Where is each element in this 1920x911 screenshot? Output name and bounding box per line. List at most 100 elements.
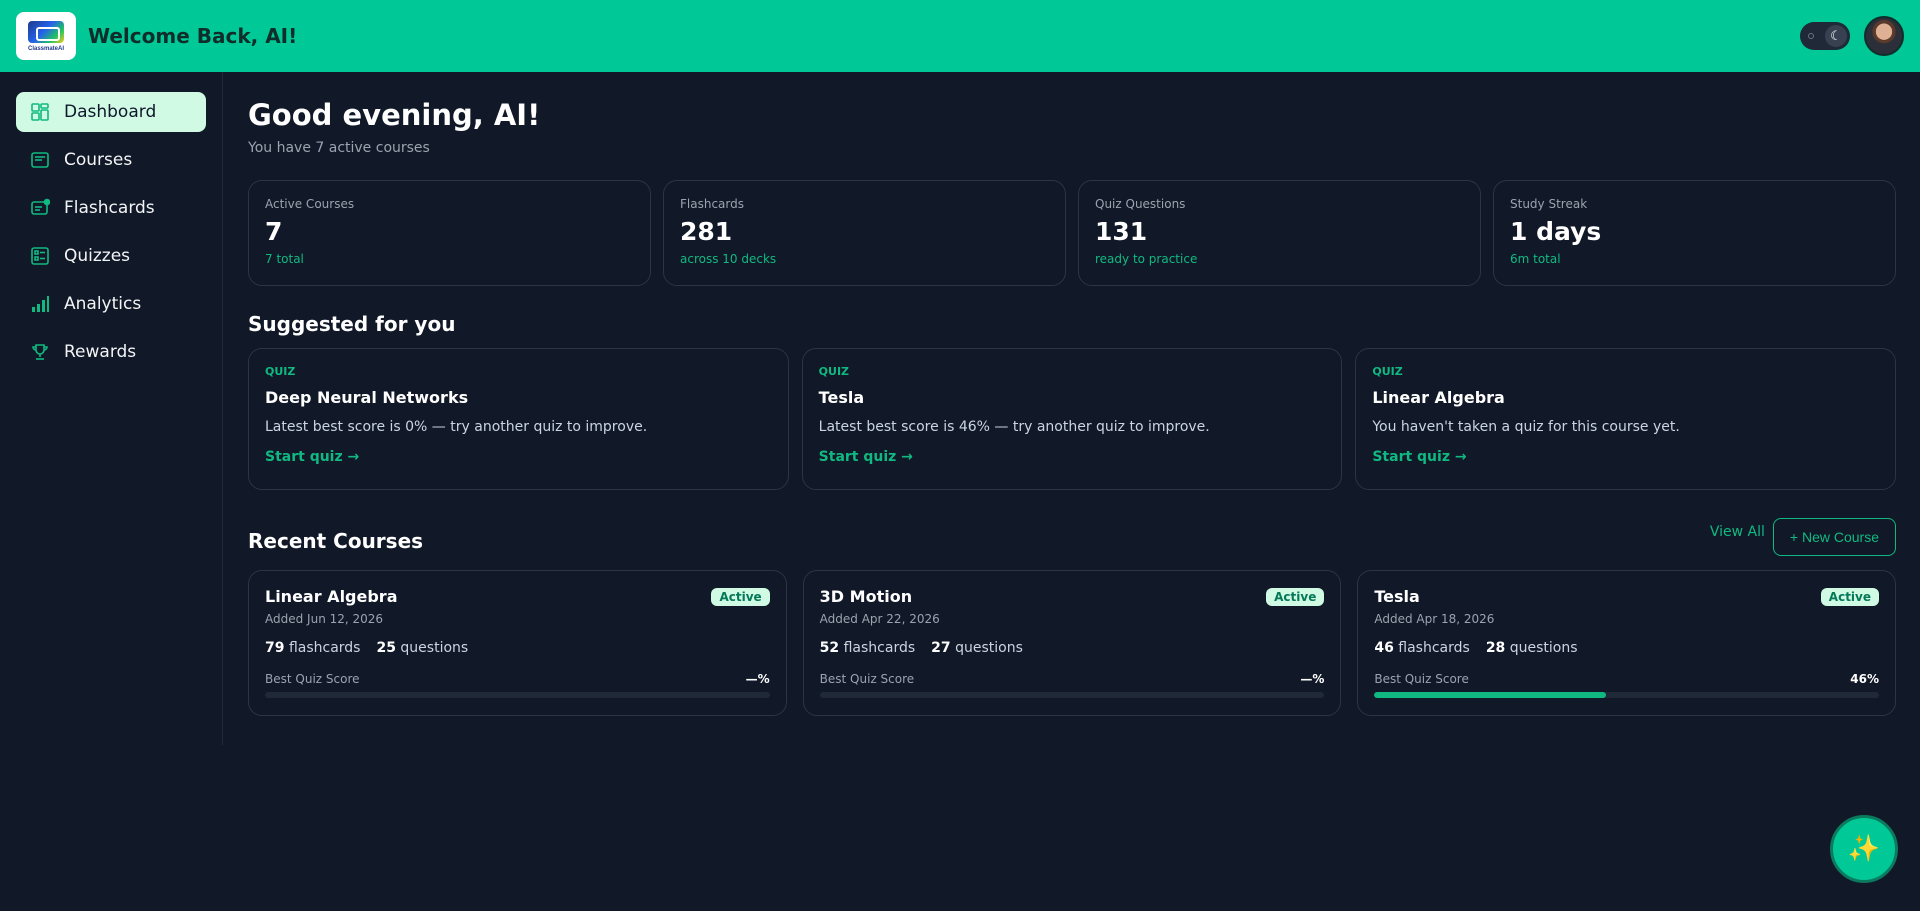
moon-icon: ☾	[1825, 25, 1847, 47]
course-date: Added Jun 12, 2026	[265, 612, 384, 626]
page-title: Good evening, AI!	[248, 98, 541, 132]
view-all-link[interactable]: View All	[1710, 524, 1765, 540]
course-card[interactable]: 3D Motion Active Added Apr 22, 2026 52 f…	[802, 570, 1342, 716]
score-progress-bar	[1374, 692, 1880, 698]
score-progress-bar	[819, 692, 1325, 698]
recent-courses-header: Recent Courses View All + New Course	[248, 518, 1896, 556]
status-badge: Active	[711, 587, 770, 606]
course-card[interactable]: Tesla Active Added Apr 18, 2026 46 flash…	[1357, 570, 1897, 716]
flashcards-icon	[30, 198, 50, 218]
question-count: 25 questions	[376, 640, 469, 656]
stat-subtext: 6m total	[1510, 252, 1561, 266]
flashcard-count: 79 flashcards	[265, 640, 361, 656]
theme-toggle[interactable]: ☾	[1800, 22, 1850, 50]
logo-text: ClassmateAI	[27, 45, 65, 52]
course-counts: 79 flashcards 25 questions	[265, 640, 770, 656]
suggestion-description: Latest best score is 0% — try another qu…	[265, 419, 648, 435]
question-count: 28 questions	[1485, 640, 1578, 656]
status-badge: Active	[1820, 587, 1880, 606]
score-label: Best Quiz Score	[1374, 672, 1469, 686]
stat-value: 1 days	[1510, 217, 1602, 246]
flashcard-count: 52 flashcards	[819, 640, 916, 656]
stat-label: Study Streak	[1510, 197, 1588, 211]
avatar[interactable]	[1864, 16, 1904, 56]
question-count: 27 questions	[931, 640, 1023, 656]
stat-value: 131	[1095, 217, 1148, 246]
sidebar-item-label: Courses	[64, 150, 133, 170]
score-label: Best Quiz Score	[265, 672, 360, 686]
stat-subtext: across 10 decks	[680, 252, 777, 266]
sun-icon	[1808, 33, 1814, 39]
sidebar-item-quizzes[interactable]: Quizzes	[16, 236, 206, 276]
sidebar-item-label: Dashboard	[64, 102, 157, 122]
courses-icon	[30, 150, 50, 170]
sidebar-item-flashcards[interactable]: Flashcards	[16, 188, 206, 228]
course-date: Added Apr 22, 2026	[819, 612, 940, 626]
recent-courses-actions: View All + New Course	[1710, 518, 1896, 556]
score-progress-bar	[265, 692, 770, 698]
suggestion-card[interactable]: QUIZ Deep Neural Networks Latest best sc…	[248, 348, 789, 490]
main-content: Good evening, AI! You have 7 active cour…	[248, 72, 1897, 716]
course-card[interactable]: Linear Algebra Active Added Jun 12, 2026…	[248, 570, 787, 716]
suggestion-type: QUIZ	[265, 365, 296, 378]
score-value: —%	[1300, 672, 1325, 686]
new-course-button[interactable]: + New Course	[1772, 518, 1896, 556]
stat-value: 7	[265, 217, 283, 246]
score-value: 46%	[1850, 672, 1880, 686]
sidebar-item-analytics[interactable]: Analytics	[16, 284, 206, 324]
sidebar-item-label: Quizzes	[64, 246, 131, 266]
logo-mark	[28, 20, 64, 43]
stats-row: Active Courses 7 7 total Flashcards 281 …	[248, 180, 1896, 286]
suggested-list: QUIZ Deep Neural Networks Latest best sc…	[248, 348, 1897, 490]
stat-subtext: ready to practice	[1095, 252, 1198, 266]
flashcard-count: 46 flashcards	[1374, 640, 1470, 656]
suggestion-description: You haven't taken a quiz for this course…	[1372, 419, 1680, 435]
recent-courses-heading: Recent Courses	[248, 529, 424, 553]
suggested-heading: Suggested for you	[248, 312, 456, 336]
sidebar-item-label: Rewards	[64, 342, 137, 362]
start-quiz-link[interactable]: Start quiz →	[265, 449, 772, 465]
suggestion-description: Latest best score is 46% — try another q…	[818, 419, 1210, 435]
dashboard-icon	[30, 102, 50, 122]
stat-value: 281	[680, 217, 733, 246]
suggestion-type: QUIZ	[818, 365, 850, 378]
score-progress-fill	[1374, 692, 1607, 698]
sidebar: Dashboard Courses Flashcards Quizzes Ana…	[0, 72, 223, 745]
status-badge: Active	[1266, 587, 1325, 606]
suggestion-card[interactable]: QUIZ Tesla Latest best score is 46% — tr…	[801, 348, 1343, 490]
sidebar-item-courses[interactable]: Courses	[16, 140, 206, 180]
start-quiz-link[interactable]: Start quiz →	[819, 449, 1326, 465]
sidebar-item-dashboard[interactable]: Dashboard	[16, 92, 206, 132]
stat-subtext: 7 total	[265, 252, 304, 266]
recent-courses-list: Linear Algebra Active Added Jun 12, 2026…	[248, 570, 1897, 716]
suggestion-title: Deep Neural Networks	[265, 388, 469, 407]
stat-label: Active Courses	[265, 197, 355, 211]
sidebar-item-rewards[interactable]: Rewards	[16, 332, 206, 372]
page-subtitle: You have 7 active courses	[248, 140, 430, 156]
start-quiz-link[interactable]: Start quiz →	[1372, 449, 1879, 465]
sidebar-item-label: Analytics	[64, 294, 142, 314]
header-title: Welcome Back, AI!	[88, 24, 298, 48]
course-counts: 46 flashcards 28 questions	[1374, 640, 1879, 656]
trophy-icon	[30, 342, 50, 362]
course-title: Tesla	[1374, 587, 1420, 606]
app-logo[interactable]: ClassmateAI	[16, 12, 76, 60]
course-title: Linear Algebra	[265, 587, 398, 606]
suggestion-title: Tesla	[818, 388, 865, 407]
course-title: 3D Motion	[819, 587, 913, 606]
top-header: ClassmateAI Welcome Back, AI! ☾	[0, 0, 1920, 72]
analytics-icon	[30, 294, 50, 314]
ai-assistant-button[interactable]: ✨	[1830, 815, 1898, 883]
stat-card-quiz-questions: Quiz Questions 131 ready to practice	[1078, 180, 1481, 286]
header-actions: ☾	[1800, 16, 1904, 56]
suggestion-type: QUIZ	[1372, 365, 1403, 378]
stat-label: Quiz Questions	[1095, 197, 1186, 211]
quizzes-icon	[30, 246, 50, 266]
score-value: —%	[745, 672, 770, 686]
stat-card-flashcards: Flashcards 281 across 10 decks	[663, 180, 1066, 286]
course-counts: 52 flashcards 27 questions	[820, 640, 1325, 656]
score-label: Best Quiz Score	[819, 672, 915, 686]
sparkles-icon: ✨	[1847, 834, 1881, 864]
stat-card-active-courses: Active Courses 7 7 total	[248, 180, 651, 286]
suggestion-card[interactable]: QUIZ Linear Algebra You haven't taken a …	[1355, 348, 1897, 490]
